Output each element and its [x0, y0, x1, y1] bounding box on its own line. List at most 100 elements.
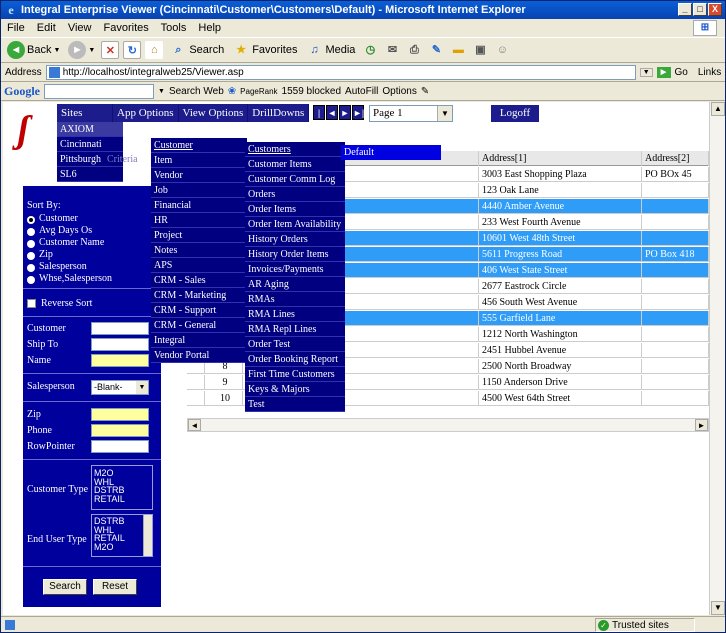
sort-zip-radio[interactable] [27, 252, 35, 260]
menu-help[interactable]: Help [198, 22, 221, 34]
favorites-button[interactable]: ★ Favorites [230, 39, 299, 61]
autofill-button[interactable]: AutoFill [345, 86, 378, 97]
salesperson-select[interactable]: -Blank- ▼ [91, 380, 149, 395]
module-menu-item[interactable]: CRM - General [151, 318, 247, 333]
back-button[interactable]: ◄ Back ▼ [5, 39, 62, 61]
menu-app-options[interactable]: App Options [113, 104, 179, 122]
customer-menu-item[interactable]: Invoices/Payments [245, 262, 345, 277]
sort-salesperson-radio[interactable] [27, 264, 35, 272]
next-page-button[interactable]: ► [339, 105, 351, 120]
scroll-down-icon[interactable]: ▼ [711, 601, 725, 615]
customer-menu-item[interactable]: Order Item Availability [245, 217, 345, 232]
google-search-input[interactable] [44, 84, 154, 99]
last-page-button[interactable]: ►| [352, 105, 364, 120]
home-icon[interactable]: ⌂ [145, 41, 164, 59]
refresh-icon[interactable]: ↻ [123, 41, 142, 59]
google-logo[interactable]: Google [4, 84, 40, 99]
menu-view-options[interactable]: View Options [179, 104, 249, 122]
vertical-scrollbar[interactable]: ▲ ▼ [709, 102, 725, 615]
menu-favorites[interactable]: Favorites [104, 22, 149, 34]
zip-field[interactable] [91, 408, 149, 421]
logoff-button[interactable]: Logoff [491, 105, 539, 122]
sort-customer-name-radio[interactable] [27, 240, 35, 248]
customer-menu-item[interactable]: Customer Comm Log [245, 172, 345, 187]
links-label[interactable]: Links [698, 67, 721, 78]
module-menu-item[interactable]: Vendor [151, 168, 247, 183]
prev-page-button[interactable]: ◄ [326, 105, 338, 120]
address-dropdown[interactable]: ▼ [639, 68, 653, 77]
print-icon[interactable]: ⎙ [405, 41, 423, 59]
research-icon[interactable]: ▣ [471, 41, 489, 59]
module-menu-item[interactable]: Financial [151, 198, 247, 213]
customer-type-listbox[interactable]: M2O WHL DSTRB RETAIL [91, 465, 153, 510]
site-cincinnati[interactable]: Cincinnati [57, 137, 123, 152]
horizontal-scrollbar[interactable]: ◄ ► [187, 418, 709, 432]
end-user-type-listbox[interactable]: DSTRB WHL RETAIL M2O [91, 514, 153, 557]
reverse-sort-checkbox[interactable] [27, 299, 36, 308]
mail-icon[interactable]: ✉ [383, 41, 401, 59]
menu-drilldowns[interactable]: DrillDowns [248, 104, 310, 122]
search-button[interactable]: ⌕ Search [167, 39, 226, 61]
customer-menu-item[interactable]: Order Items [245, 202, 345, 217]
customer-menu-item[interactable]: Order Booking Report [245, 352, 345, 367]
module-menu-item[interactable]: CRM - Sales [151, 273, 247, 288]
customer-field[interactable] [91, 322, 149, 335]
address-input[interactable]: http://localhost/integralweb25/Viewer.as… [45, 65, 636, 80]
site-sl6[interactable]: SL6 [57, 167, 123, 182]
site-pittsburgh[interactable]: Pittsburgh S Criteria [51, 152, 138, 167]
customer-menu-item[interactable]: RMA Repl Lines [245, 322, 345, 337]
go-arrow-icon[interactable]: ► [656, 67, 671, 78]
forward-button[interactable]: ► ▼ [66, 39, 97, 61]
customer-menu-item[interactable]: Customer Items [245, 157, 345, 172]
sort-whse-salesperson-radio[interactable] [27, 276, 35, 284]
close-button[interactable]: X [708, 3, 722, 16]
scroll-left-icon[interactable]: ◄ [188, 419, 201, 431]
search-web-button[interactable]: Search Web [169, 86, 224, 97]
module-menu-item[interactable]: Job [151, 183, 247, 198]
listbox-scrollbar[interactable] [143, 515, 152, 556]
module-menu-item[interactable]: Item [151, 153, 247, 168]
customer-menu-item[interactable]: Orders [245, 187, 345, 202]
menu-sites[interactable]: Sites [57, 104, 113, 122]
header-address2[interactable]: Address[2] [642, 151, 709, 166]
menu-tools[interactable]: Tools [161, 22, 187, 34]
module-menu-item[interactable]: CRM - Marketing [151, 288, 247, 303]
stop-icon[interactable]: ✕ [101, 41, 120, 59]
phone-field[interactable] [91, 424, 149, 437]
search-button[interactable]: Search [43, 579, 87, 595]
module-menu-item[interactable]: HR [151, 213, 247, 228]
customer-menu-item[interactable]: History Orders [245, 232, 345, 247]
customer-menu-item[interactable]: Test [245, 397, 345, 412]
media-button[interactable]: ♫ Media [303, 39, 357, 61]
module-menu-item[interactable]: CRM - Support [151, 303, 247, 318]
popup-blocked-count[interactable]: 1559 blocked [282, 86, 342, 97]
highlight-pencil-icon[interactable]: ✎ [421, 86, 429, 97]
sort-avg-days-radio[interactable] [27, 228, 35, 236]
scroll-right-icon[interactable]: ► [695, 419, 708, 431]
list-item[interactable]: RETAIL [94, 494, 152, 504]
module-menu-item[interactable]: Vendor Portal [151, 348, 247, 363]
maximize-button[interactable]: □ [693, 3, 707, 16]
module-menu-item[interactable]: Customer [151, 138, 247, 153]
customer-menu-item[interactable]: Keys & Majors [245, 382, 345, 397]
module-menu-item[interactable]: Project [151, 228, 247, 243]
customer-menu-item[interactable]: AR Aging [245, 277, 345, 292]
rowpointer-field[interactable] [91, 440, 149, 453]
menu-edit[interactable]: Edit [37, 22, 56, 34]
module-menu-item[interactable]: APS [151, 258, 247, 273]
name-field[interactable] [91, 354, 149, 367]
customer-menu-item[interactable]: First Time Customers [245, 367, 345, 382]
news-icon[interactable]: ❀ [228, 86, 236, 97]
edit-icon[interactable]: ✎ [427, 41, 445, 59]
chevron-down-icon[interactable]: ▼ [158, 88, 165, 95]
customer-menu-item[interactable]: Order Test [245, 337, 345, 352]
customer-menu-item[interactable]: Customers [245, 142, 345, 157]
google-options-button[interactable]: Options [382, 86, 416, 97]
view-default[interactable]: Default [341, 145, 441, 160]
go-button[interactable]: Go [675, 67, 688, 78]
scroll-up-icon[interactable]: ▲ [711, 102, 725, 116]
page-select[interactable]: Page 1 ▼ [369, 105, 453, 122]
menu-view[interactable]: View [68, 22, 92, 34]
module-menu-item[interactable]: Notes [151, 243, 247, 258]
customer-menu-item[interactable]: RMA Lines [245, 307, 345, 322]
